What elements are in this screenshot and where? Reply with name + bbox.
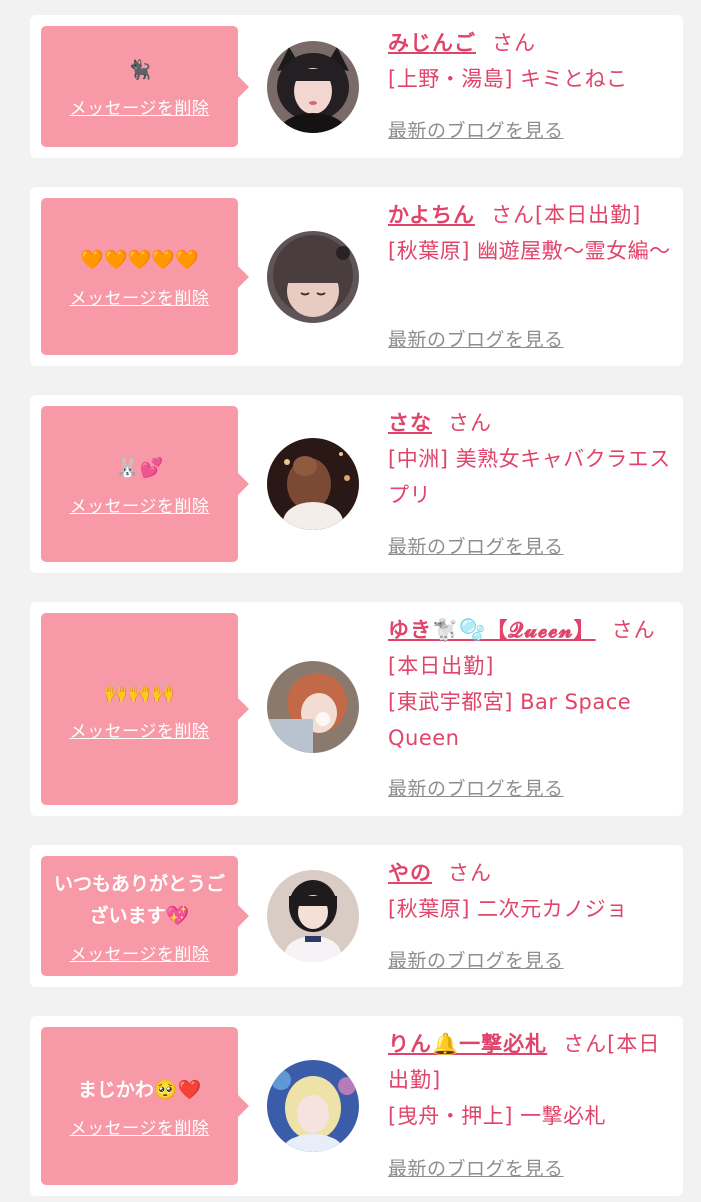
message-bubble: 🐰💕 メッセージを削除: [41, 406, 249, 562]
attendance-status: [本日出勤]: [534, 203, 642, 227]
cast-info: さな さん [中洲] 美熟女キャバクラエスプリ: [388, 405, 673, 513]
message-bubble: いつもありがとうございます💖 メッセージを削除: [41, 856, 249, 976]
store-line: [秋葉原] 二次元カノジョ: [388, 891, 673, 927]
latest-blog-link[interactable]: 最新のブログを見る: [388, 774, 564, 801]
area-label: [東武宇都宮]: [388, 690, 513, 714]
honorific: さん: [448, 861, 492, 885]
store-line: [秋葉原] 幽遊屋敷〜霊女編〜: [388, 233, 673, 269]
avatar[interactable]: [267, 661, 359, 753]
avatar-photo: [267, 661, 359, 753]
list-item: 🙌🙌🙌 メッセージを削除 ゆき🐩🫧【𝓠𝓾𝓮𝓮𝓷】 さん [本日出勤] [東武宇都宮]…: [30, 602, 683, 816]
latest-blog-link[interactable]: 最新のブログを見る: [388, 946, 564, 973]
honorific: さん: [563, 1032, 608, 1056]
avatar[interactable]: [267, 870, 359, 962]
message-bubble: 🙌🙌🙌 メッセージを削除: [41, 613, 249, 805]
cast-name-link[interactable]: さな: [388, 411, 432, 435]
latest-blog-link[interactable]: 最新のブログを見る: [388, 116, 564, 143]
message-bubble: 🐈‍⬛ メッセージを削除: [41, 26, 249, 147]
delete-message-link[interactable]: メッセージを削除: [70, 284, 210, 309]
list-item: 🧡🧡🧡🧡🧡 メッセージを削除 かよちん さん[本日出勤] [秋葉原] 幽遊屋敷〜霊…: [30, 187, 683, 366]
message-text: 🐈‍⬛: [127, 59, 152, 81]
avatar-photo: [267, 438, 359, 530]
area-label: [秋葉原]: [388, 239, 470, 263]
list-item: 🐰💕 メッセージを削除 さな さん [中洲] 美熟女キャバクラエスプリ 最新のブロ…: [30, 395, 683, 573]
message-text: 🙌🙌🙌: [104, 681, 175, 704]
avatar[interactable]: [267, 438, 359, 530]
avatar[interactable]: [267, 1060, 359, 1152]
shop-name: 一撃必札: [520, 1104, 607, 1128]
latest-blog-link[interactable]: 最新のブログを見る: [388, 532, 564, 559]
honorific: さん: [492, 31, 536, 55]
cast-info: かよちん さん[本日出勤] [秋葉原] 幽遊屋敷〜霊女編〜: [388, 197, 673, 269]
delete-message-link[interactable]: メッセージを削除: [70, 717, 210, 742]
avatar-photo: [267, 231, 359, 323]
area-label: [中洲]: [388, 447, 449, 471]
cast-name-link[interactable]: やの: [388, 861, 432, 885]
cast-info: やの さん [秋葉原] 二次元カノジョ: [388, 855, 673, 927]
cast-name-link[interactable]: りん🔔一撃必札: [388, 1032, 547, 1056]
cast-name-link[interactable]: みじんご: [388, 31, 476, 55]
honorific: さん: [490, 203, 535, 227]
honorific: さん: [448, 411, 492, 435]
area-label: [上野・湯島]: [388, 67, 513, 91]
store-line: [曳舟・押上] 一撃必札: [388, 1098, 673, 1134]
avatar-photo: [267, 870, 359, 962]
avatar-photo: [267, 41, 359, 133]
delete-message-link[interactable]: メッセージを削除: [70, 1114, 210, 1139]
shop-name: 二次元カノジョ: [477, 897, 628, 921]
avatar[interactable]: [267, 231, 359, 323]
message-text: いつもありがとうございます💖: [53, 872, 225, 927]
list-item: まじかわ🥺❤️ メッセージを削除 りん🔔一撃必札 さん[本日出勤] [曳舟・押上]…: [30, 1016, 683, 1196]
avatar-photo: [267, 1060, 359, 1152]
area-label: [曳舟・押上]: [388, 1104, 513, 1128]
cast-info: りん🔔一撃必札 さん[本日出勤] [曳舟・押上] 一撃必札: [388, 1026, 673, 1134]
shop-name: キミとねこ: [520, 67, 628, 91]
store-line: [東武宇都宮] Bar Space Queen: [388, 684, 673, 756]
cast-name-link[interactable]: かよちん: [388, 203, 475, 227]
cast-info: みじんご さん [上野・湯島] キミとねこ: [388, 25, 673, 97]
message-bubble: 🧡🧡🧡🧡🧡 メッセージを削除: [41, 198, 249, 355]
attendance-status: [本日出勤]: [388, 654, 495, 678]
area-label: [秋葉原]: [388, 897, 470, 921]
list-item: 🐈‍⬛ メッセージを削除 みじんごさん [上野・湯島] キミとねこ: [30, 15, 683, 158]
shop-name: 幽遊屋敷〜霊女編〜: [477, 239, 671, 263]
cast-name-link[interactable]: ゆき🐩🫧【𝓠𝓾𝓮𝓮𝓷】: [388, 618, 596, 642]
latest-blog-link[interactable]: 最新のブログを見る: [388, 325, 564, 352]
honorific: さん: [611, 618, 656, 642]
message-text: 🧡🧡🧡🧡🧡: [80, 249, 199, 271]
avatar[interactable]: [267, 41, 359, 133]
delete-message-link[interactable]: メッセージを削除: [70, 492, 210, 517]
store-line: [中洲] 美熟女キャバクラエスプリ: [388, 441, 673, 513]
message-text: まじかわ🥺❤️: [77, 1078, 202, 1101]
cast-info: ゆき🐩🫧【𝓠𝓾𝓮𝓮𝓷】 さん [本日出勤] [東武宇都宮] Bar Space Qu…: [388, 612, 673, 756]
list-item: いつもありがとうございます💖 メッセージを削除 やの さん [秋葉原] 二次元カノ…: [30, 845, 683, 987]
latest-blog-link[interactable]: 最新のブログを見る: [388, 1154, 564, 1181]
message-bubble: まじかわ🥺❤️ メッセージを削除: [41, 1027, 249, 1185]
delete-message-link[interactable]: メッセージを削除: [70, 94, 210, 119]
message-list: 🐈‍⬛ メッセージを削除 みじんごさん [上野・湯島] キミとねこ: [0, 0, 701, 1202]
message-text: 🐰💕: [115, 456, 164, 479]
delete-message-link[interactable]: メッセージを削除: [70, 940, 210, 965]
store-line: [上野・湯島] キミとねこ: [388, 61, 673, 97]
